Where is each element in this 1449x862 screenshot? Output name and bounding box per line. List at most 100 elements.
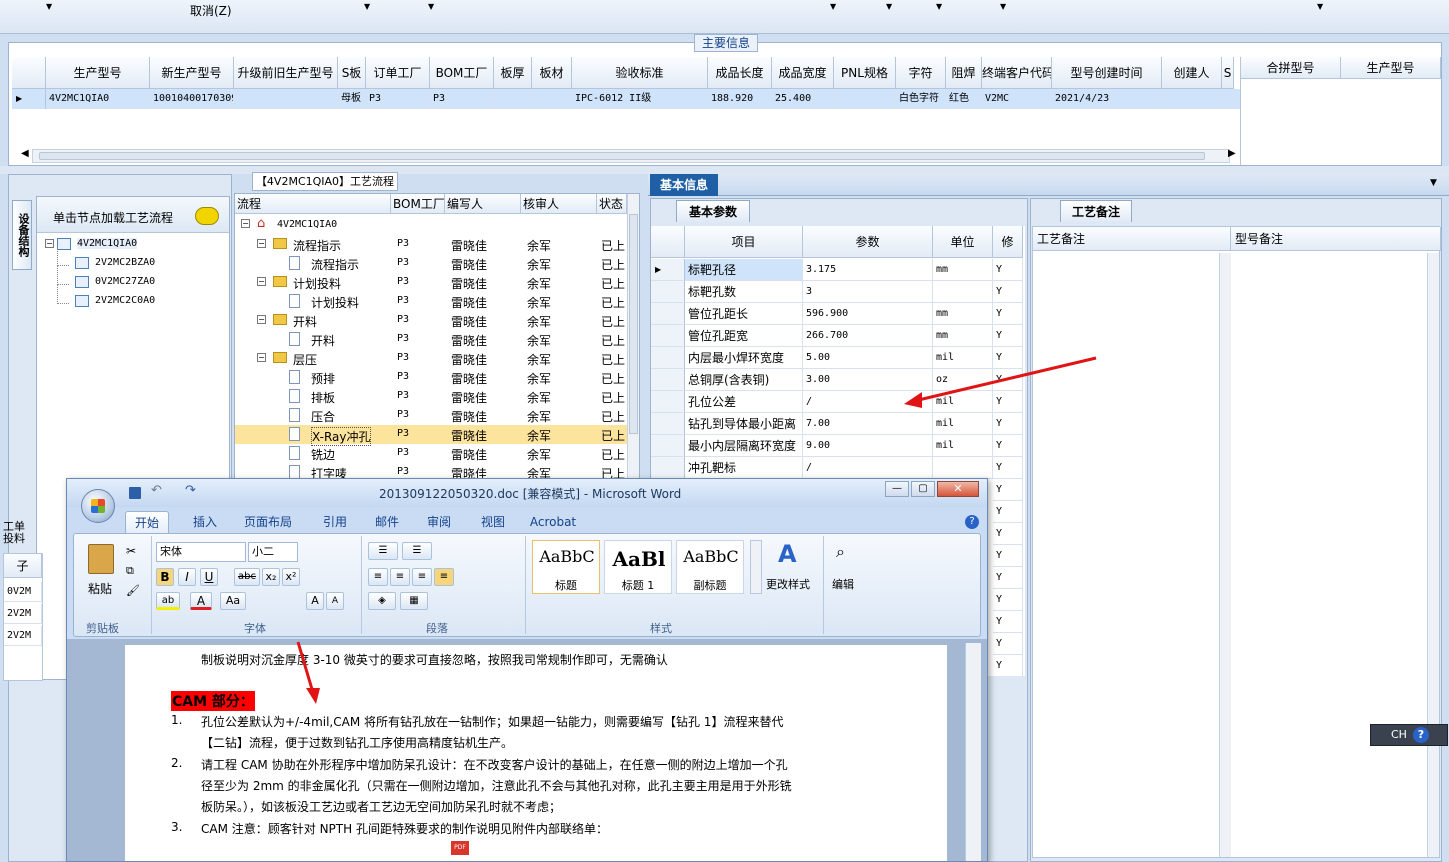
underline-button[interactable]: U bbox=[200, 568, 218, 586]
chevron-down-icon[interactable]: ▼ bbox=[830, 2, 836, 11]
chevron-down-icon[interactable]: ▼ bbox=[886, 2, 892, 11]
table-cell[interactable]: 标靶孔径 bbox=[685, 259, 803, 281]
justify-button[interactable]: ≡ bbox=[434, 568, 454, 586]
table-cell[interactable]: 3.175 bbox=[803, 259, 933, 281]
office-button[interactable] bbox=[81, 489, 115, 523]
row-selector[interactable] bbox=[651, 391, 685, 413]
table-cell[interactable]: oz bbox=[933, 369, 993, 391]
table-cell[interactable]: mil bbox=[933, 413, 993, 435]
row-selector[interactable] bbox=[651, 457, 685, 479]
redo-icon[interactable]: ↷ bbox=[185, 483, 196, 498]
process-name[interactable]: 计划投料 bbox=[293, 275, 341, 292]
chevron-down-icon[interactable]: ▼ bbox=[936, 2, 942, 11]
table-cell[interactable]: 3.00 bbox=[803, 369, 933, 391]
italic-button[interactable]: I bbox=[178, 568, 196, 586]
undo-icon[interactable]: ↶ bbox=[151, 483, 162, 498]
vertical-scrollbar[interactable] bbox=[627, 194, 639, 482]
process-name[interactable]: 层压 bbox=[293, 351, 317, 368]
ribbon-tab[interactable]: 邮件 bbox=[367, 511, 407, 533]
column-header[interactable]: 流程 bbox=[235, 194, 391, 214]
process-name[interactable]: 预排 bbox=[311, 370, 335, 387]
table-cell[interactable]: 4V2MC1QIA0 bbox=[46, 89, 150, 109]
column-header[interactable]: 子 bbox=[4, 554, 42, 578]
process-name[interactable]: 压合 bbox=[311, 408, 335, 425]
column-header[interactable]: 验收标准 bbox=[572, 57, 708, 89]
table-row[interactable]: X-Ray冲孔 P3 雷晓佳 余军 已上 bbox=[235, 425, 627, 446]
collapse-icon[interactable]: − bbox=[257, 315, 266, 324]
table-cell[interactable]: 7.00 bbox=[803, 413, 933, 435]
font-color-button[interactable]: A bbox=[190, 592, 212, 610]
help-icon[interactable]: ? bbox=[965, 515, 979, 529]
tree-node[interactable]: 0V2MC27ZA0 bbox=[95, 276, 155, 287]
table-cell[interactable] bbox=[933, 457, 993, 479]
tree-node[interactable]: 2V2MC2BZA0 bbox=[95, 257, 155, 268]
list-item[interactable]: 2V2M bbox=[4, 626, 42, 646]
table-cell[interactable]: 冲孔靶标 bbox=[685, 457, 803, 479]
cut-icon[interactable]: ✂ bbox=[126, 544, 136, 558]
table-row[interactable]: − 层压 P3 雷晓佳 余军 已上 bbox=[235, 349, 627, 368]
table-cell[interactable]: Y bbox=[993, 545, 1023, 567]
list-item[interactable]: 0V2M bbox=[4, 582, 42, 602]
table-cell[interactable]: Y bbox=[993, 523, 1023, 545]
collapse-icon[interactable]: − bbox=[257, 277, 266, 286]
table-cell[interactable]: 钻孔到导体最小距离 bbox=[685, 413, 803, 435]
row-selector[interactable] bbox=[651, 325, 685, 347]
row-selector[interactable] bbox=[651, 435, 685, 457]
table-cell[interactable]: 9.00 bbox=[803, 435, 933, 457]
column-header[interactable]: 升级前旧生产型号 bbox=[234, 57, 338, 89]
row-selector[interactable]: ▶ bbox=[651, 259, 685, 281]
ribbon-tab[interactable]: 开始 bbox=[125, 511, 169, 533]
styles-scroll[interactable] bbox=[750, 540, 762, 594]
horizontal-scrollbar[interactable]: ◀ ▶ bbox=[21, 148, 1236, 163]
process-name[interactable]: 开料 bbox=[293, 313, 317, 330]
table-cell[interactable]: Y bbox=[993, 325, 1023, 347]
column-header[interactable]: 生产型号 bbox=[1341, 57, 1441, 79]
binoculars-icon[interactable]: ⌕ bbox=[836, 542, 845, 562]
style-item[interactable]: AaBl 标题 1 bbox=[604, 540, 672, 594]
shading-button[interactable]: ◈ bbox=[368, 592, 396, 610]
table-cell[interactable]: mm bbox=[933, 325, 993, 347]
paste-button[interactable]: 粘贴 bbox=[88, 580, 112, 597]
border-button[interactable]: ▦ bbox=[400, 592, 428, 610]
column-header[interactable]: 新生产型号 bbox=[150, 57, 234, 89]
table-row[interactable]: 开料 P3 雷晓佳 余军 已上 bbox=[235, 330, 627, 349]
align-left-button[interactable]: ≡ bbox=[368, 568, 388, 586]
paste-icon[interactable] bbox=[88, 544, 114, 574]
column-header[interactable]: 终端客户代码 bbox=[982, 57, 1052, 89]
row-selector[interactable] bbox=[651, 281, 685, 303]
chevron-down-icon[interactable]: ▼ bbox=[1317, 2, 1323, 11]
table-cell[interactable]: 10010400170309 bbox=[150, 89, 234, 109]
process-name[interactable]: 排板 bbox=[311, 389, 335, 406]
table-cell[interactable]: Y bbox=[993, 259, 1023, 281]
collapse-icon[interactable]: − bbox=[241, 219, 250, 228]
table-cell[interactable] bbox=[234, 89, 338, 109]
collapse-icon[interactable]: − bbox=[45, 239, 54, 248]
column-header[interactable]: BOM工厂 bbox=[430, 57, 494, 89]
ribbon-tab[interactable]: 引用 bbox=[315, 511, 355, 533]
process-name[interactable]: 计划投料 bbox=[311, 294, 359, 311]
table-cell[interactable]: IPC-6012 II级 bbox=[572, 89, 708, 109]
column-header[interactable]: 修 bbox=[993, 226, 1023, 258]
chevron-down-icon[interactable]: ▼ bbox=[1000, 2, 1006, 11]
column-header[interactable]: 项目 bbox=[685, 226, 803, 258]
table-cell[interactable] bbox=[834, 89, 896, 109]
minimize-button[interactable]: — bbox=[885, 481, 909, 497]
params-tab[interactable]: 基本参数 bbox=[676, 200, 750, 222]
table-row[interactable]: 排板 P3 雷晓佳 余军 已上 bbox=[235, 387, 627, 406]
collapse-icon[interactable]: − bbox=[257, 353, 266, 362]
table-cell[interactable]: Y bbox=[993, 457, 1023, 479]
table-cell[interactable]: 2021/4/23 bbox=[1052, 89, 1162, 109]
tree-node[interactable]: 4V2MC1QIA0 bbox=[77, 238, 138, 249]
table-cell[interactable]: / bbox=[803, 391, 933, 413]
tree-root[interactable]: − ⌂ 4V2MC1QIA0 bbox=[235, 216, 627, 235]
font-name-select[interactable]: 宋体 bbox=[156, 542, 246, 562]
subscript-button[interactable]: x₂ bbox=[262, 568, 280, 586]
remarks-tab[interactable]: 工艺备注 bbox=[1060, 200, 1132, 222]
table-cell[interactable]: Y bbox=[993, 391, 1023, 413]
table-cell[interactable]: Y bbox=[993, 655, 1023, 676]
align-right-button[interactable]: ≡ bbox=[412, 568, 432, 586]
process-name[interactable]: 开料 bbox=[311, 332, 335, 349]
column-header[interactable]: 板材 bbox=[532, 57, 572, 89]
ime-bar[interactable]: CH ? bbox=[1370, 724, 1448, 746]
change-styles-button[interactable]: 更改样式 bbox=[766, 576, 810, 592]
